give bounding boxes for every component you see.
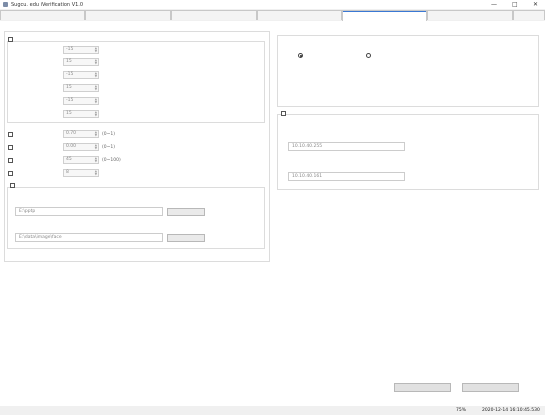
spin-arrows-icon[interactable]: ▲ ▼ [95,98,97,104]
face-detect-group [7,41,265,123]
spin-arrows-icon[interactable]: ▲ ▼ [95,131,97,137]
face-detect-checkbox[interactable] [8,37,13,42]
tab-1[interactable] [0,10,85,20]
spin-arrows-icon[interactable]: ▲ ▼ [95,170,97,176]
check-3-hint: (0~100) [102,158,121,163]
tab-2[interactable] [85,10,171,20]
tab-4[interactable] [257,10,342,20]
face-path-input[interactable]: E:\data\image\face [15,233,163,242]
confirm-button[interactable] [394,383,451,392]
param-value: 15 [66,85,72,90]
param-value: -15 [66,47,74,52]
spin-arrows-icon[interactable]: ▲ ▼ [95,72,97,78]
capture-path-input[interactable]: E:\pptp [15,207,163,216]
app-icon [3,2,8,7]
param-value: -15 [66,98,74,103]
close-button[interactable]: ✕ [533,1,538,8]
check-4-checkbox[interactable] [8,171,13,176]
broadcast-input[interactable]: 10.10.40.255 [288,142,405,151]
maximize-button[interactable]: □ [512,1,518,8]
param-value: -15 [66,72,74,77]
window-version: V1.0 [71,2,84,8]
check-2-value: 0.00 [66,144,77,149]
spin-arrows-icon[interactable]: ▲ ▼ [95,85,97,91]
check-1-hint: (0~1) [102,132,116,137]
datetime-status: 2020-12-14 16:10:45.530 [482,408,540,413]
window-title-text: Sugcu. edu iVerification [11,2,71,8]
spin-arrows-icon[interactable]: ▲ ▼ [95,59,97,65]
network-checkbox[interactable] [281,111,286,116]
save-path-checkbox[interactable] [10,183,15,188]
tab-6[interactable] [427,10,513,20]
capture-browse-button[interactable] [167,208,205,216]
param-spinbox[interactable]: 15 ▲ ▼ [63,84,99,92]
spin-arrows-icon[interactable]: ▲ ▼ [95,144,97,150]
close-icon: ✕ [533,1,539,8]
face-browse-button[interactable] [167,234,205,242]
param-spinbox[interactable]: -15 ▲ ▼ [63,71,99,79]
param-spinbox[interactable]: -15 ▲ ▼ [63,97,99,105]
check-4-spinbox[interactable]: 8 ▲ ▼ [63,169,99,177]
check-4-value: 8 [66,170,69,175]
window-title: Sugcu. edu iVerification V1.0 [11,2,83,8]
cancel-button[interactable] [462,383,519,392]
check-2-checkbox[interactable] [8,145,13,150]
minimize-button[interactable]: — [491,1,497,8]
maximize-icon: □ [512,1,518,8]
check-2-hint: (0~1) [102,145,116,150]
check-1-checkbox[interactable] [8,132,13,137]
param-value: 15 [66,111,72,116]
param-value: 15 [66,59,72,64]
memory-status: 75% [456,408,466,413]
param-spinbox[interactable]: -15 ▲ ▼ [63,46,99,54]
check-3-checkbox[interactable] [8,158,13,163]
voice-on-radio[interactable] [298,53,303,58]
tab-7[interactable] [513,10,545,20]
tab-5[interactable] [342,10,427,21]
param-spinbox[interactable]: 15 ▲ ▼ [63,110,99,118]
param-spinbox[interactable]: 15 ▲ ▼ [63,58,99,66]
spin-arrows-icon[interactable]: ▲ ▼ [95,47,97,53]
voice-group [277,35,539,107]
spin-arrows-icon[interactable]: ▲ ▼ [95,157,97,163]
server-input[interactable]: 10.10.40.161 [288,172,405,181]
memory-status-value: 75% [456,408,467,413]
check-3-value: 45 [66,157,72,162]
tab-3[interactable] [171,10,257,20]
check-3-spinbox[interactable]: 45 ▲ ▼ [63,156,99,164]
minimize-icon: — [491,1,497,8]
check-1-spinbox[interactable]: 0.70 ▲ ▼ [63,130,99,138]
spin-arrows-icon[interactable]: ▲ ▼ [95,111,97,117]
check-2-spinbox[interactable]: 0.00 ▲ ▼ [63,143,99,151]
voice-off-radio[interactable] [366,53,371,58]
check-1-value: 0.70 [66,131,77,136]
